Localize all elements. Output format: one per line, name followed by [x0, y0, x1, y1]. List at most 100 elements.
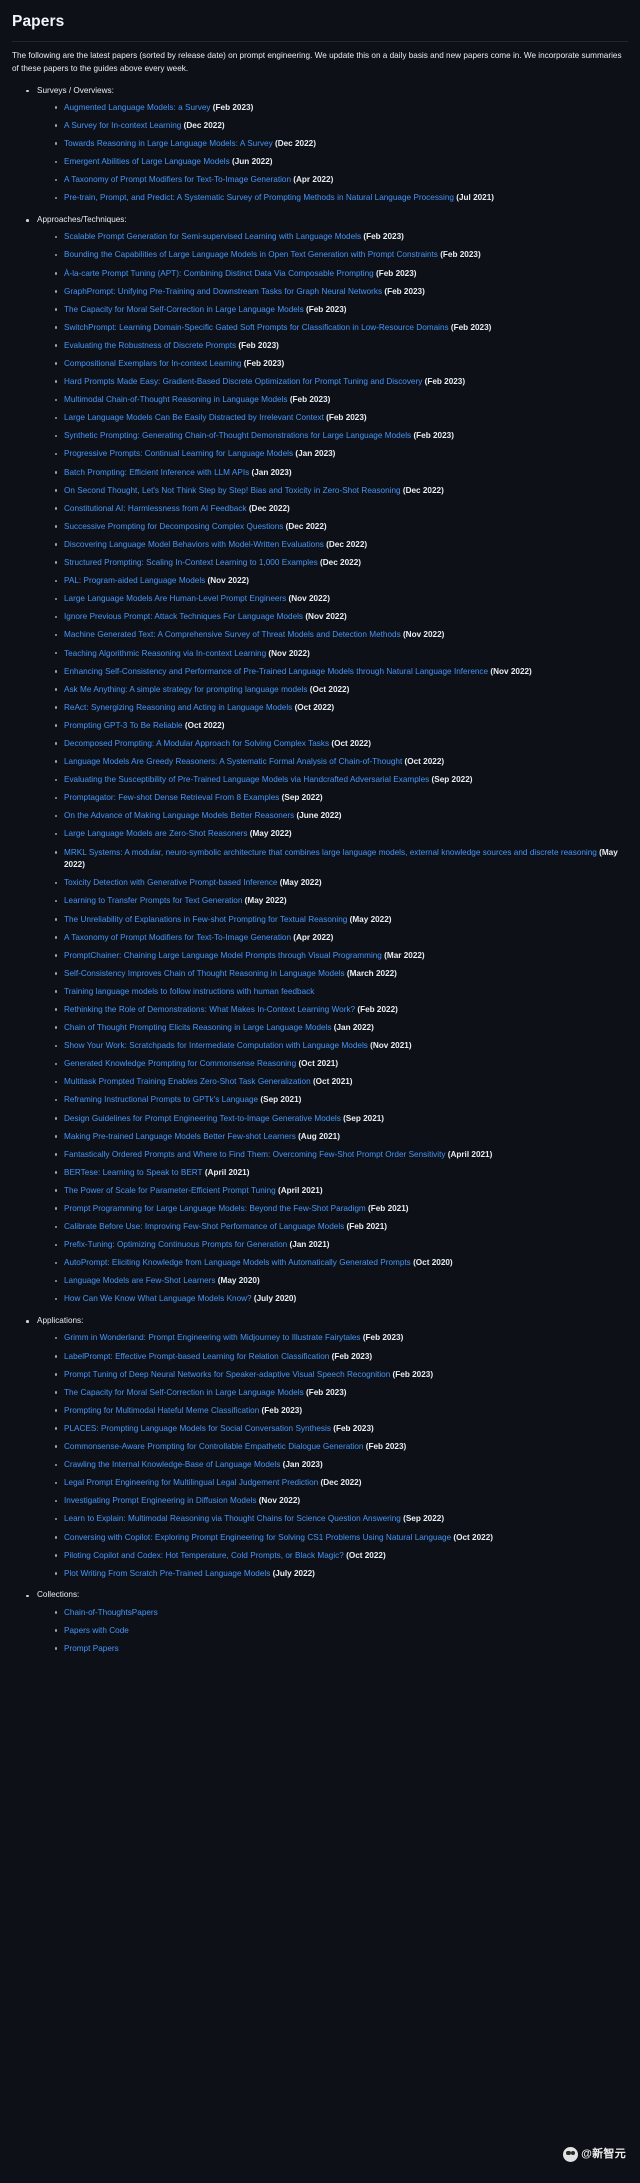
list-item: Successive Prompting for Decomposing Com… [54, 521, 628, 534]
paper-link[interactable]: Evaluating the Susceptibility of Pre-Tra… [64, 775, 429, 784]
list-item: Large Language Models Are Human-Level Pr… [54, 593, 628, 606]
paper-link[interactable]: Large Language Models are Zero-Shot Reas… [64, 829, 247, 838]
paper-link[interactable]: Design Guidelines for Prompt Engineering… [64, 1114, 341, 1123]
paper-link[interactable]: Toxicity Detection with Generative Promp… [64, 878, 277, 887]
list-item: À-la-carte Prompt Tuning (APT): Combinin… [54, 268, 628, 281]
paper-link[interactable]: Towards Reasoning in Large Language Mode… [64, 139, 273, 148]
paper-link[interactable]: On Second Thought, Let's Not Think Step … [64, 486, 401, 495]
paper-link[interactable]: Piloting Copilot and Codex: Hot Temperat… [64, 1551, 344, 1560]
paper-link[interactable]: AutoPrompt: Eliciting Knowledge from Lan… [64, 1258, 411, 1267]
paper-link[interactable]: Language Models are Few-Shot Learners [64, 1276, 216, 1285]
paper-section: Surveys / Overviews: Augmented Language M… [26, 85, 628, 205]
paper-link[interactable]: Constitutional AI: Harmlessness from AI … [64, 504, 247, 513]
paper-link[interactable]: Successive Prompting for Decomposing Com… [64, 522, 283, 531]
paper-link[interactable]: Hard Prompts Made Easy: Gradient-Based D… [64, 377, 422, 386]
paper-link[interactable]: Prompting for Multimodal Hateful Meme Cl… [64, 1406, 259, 1415]
paper-link[interactable]: À-la-carte Prompt Tuning (APT): Combinin… [64, 269, 374, 278]
paper-link[interactable]: Discovering Language Model Behaviors wit… [64, 540, 324, 549]
list-item: Evaluating the Robustness of Discrete Pr… [54, 340, 628, 353]
paper-link[interactable]: LabelPrompt: Effective Prompt-based Lear… [64, 1352, 329, 1361]
paper-link[interactable]: Calibrate Before Use: Improving Few-Shot… [64, 1222, 344, 1231]
paper-link[interactable]: Commonsense-Aware Prompting for Controll… [64, 1442, 363, 1451]
paper-link[interactable]: The Power of Scale for Parameter-Efficie… [64, 1186, 276, 1195]
paper-link[interactable]: Learning to Transfer Prompts for Text Ge… [64, 896, 242, 905]
paper-link[interactable]: Reframing Instructional Prompts to GPTk'… [64, 1095, 258, 1104]
paper-date: (Nov 2022) [288, 594, 330, 604]
list-item: Enhancing Self-Consistency and Performan… [54, 666, 628, 679]
paper-link[interactable]: Investigating Prompt Engineering in Diff… [64, 1496, 256, 1505]
paper-link[interactable]: PLACES: Prompting Language Models for So… [64, 1424, 331, 1433]
paper-link[interactable]: Pre-train, Prompt, and Predict: A System… [64, 193, 454, 202]
paper-link[interactable]: Grimm in Wonderland: Prompt Engineering … [64, 1333, 361, 1342]
paper-link[interactable]: Bounding the Capabilities of Large Langu… [64, 250, 438, 259]
paper-link[interactable]: Chain of Thought Prompting Elicits Reaso… [64, 1023, 331, 1032]
paper-date: (May 2022) [249, 829, 292, 839]
paper-link[interactable]: Ask Me Anything: A simple strategy for p… [64, 685, 307, 694]
paper-link[interactable]: MRKL Systems: A modular, neuro-symbolic … [64, 848, 597, 857]
paper-link[interactable]: Conversing with Copilot: Exploring Promp… [64, 1533, 451, 1542]
paper-link[interactable]: Prompt Papers [64, 1644, 119, 1653]
paper-date: (July 2020) [253, 1294, 297, 1304]
paper-link[interactable]: On the Advance of Making Language Models… [64, 811, 294, 820]
paper-link[interactable]: Large Language Models Can Be Easily Dist… [64, 413, 324, 422]
paper-link[interactable]: Rethinking the Role of Demonstrations: W… [64, 1005, 355, 1014]
paper-link[interactable]: A Taxonomy of Prompt Modifiers for Text-… [64, 175, 291, 184]
paper-link[interactable]: Augmented Language Models: a Survey [64, 103, 211, 112]
paper-link[interactable]: A Survey for In-context Learning [64, 121, 181, 130]
paper-link[interactable]: Progressive Prompts: Continual Learning … [64, 449, 293, 458]
paper-link[interactable]: SwitchPrompt: Learning Domain-Specific G… [64, 323, 449, 332]
paper-link[interactable]: Machine Generated Text: A Comprehensive … [64, 630, 401, 639]
paper-link[interactable]: Promptagator: Few-shot Dense Retrieval F… [64, 793, 279, 802]
paper-date: (July 2022) [272, 1568, 315, 1578]
paper-link[interactable]: Learn to Explain: Multimodal Reasoning v… [64, 1514, 401, 1523]
list-item: Evaluating the Susceptibility of Pre-Tra… [54, 774, 628, 787]
paper-link[interactable]: Scalable Prompt Generation for Semi-supe… [64, 232, 361, 241]
paper-link[interactable]: Chain-of-ThoughtsPapers [64, 1608, 158, 1617]
paper-link[interactable]: Papers with Code [64, 1626, 129, 1635]
paper-link[interactable]: Structured Prompting: Scaling In-Context… [64, 558, 318, 567]
paper-date: (Nov 2022) [207, 576, 249, 586]
list-item: Structured Prompting: Scaling In-Context… [54, 557, 628, 570]
paper-link[interactable]: Teaching Algorithmic Reasoning via In-co… [64, 649, 266, 658]
list-item: A Survey for In-context Learning (Dec 20… [54, 120, 628, 133]
paper-link[interactable]: Evaluating the Robustness of Discrete Pr… [64, 341, 236, 350]
paper-link[interactable]: Training language models to follow instr… [64, 987, 314, 996]
paper-link[interactable]: Legal Prompt Engineering for Multilingua… [64, 1478, 318, 1487]
watermark-handle: @新智元 [581, 2147, 626, 2160]
paper-link[interactable]: Prefix-Tuning: Optimizing Continuous Pro… [64, 1240, 287, 1249]
paper-link[interactable]: Crawling the Internal Knowledge-Base of … [64, 1460, 280, 1469]
list-item: Language Models Are Greedy Reasoners: A … [54, 756, 628, 769]
paper-link[interactable]: Prompting GPT-3 To Be Reliable [64, 721, 183, 730]
paper-link[interactable]: The Capacity for Moral Self-Correction i… [64, 1388, 304, 1397]
paper-link[interactable]: Prompt Tuning of Deep Neural Networks fo… [64, 1370, 390, 1379]
paper-link[interactable]: BERTese: Learning to Speak to BERT [64, 1168, 203, 1177]
paper-link[interactable]: Synthetic Prompting: Generating Chain-of… [64, 431, 411, 440]
paper-link[interactable]: Making Pre-trained Language Models Bette… [64, 1132, 296, 1141]
paper-link[interactable]: PromptChainer: Chaining Large Language M… [64, 951, 382, 960]
list-item: Chain-of-ThoughtsPapers [54, 1607, 628, 1620]
paper-link[interactable]: Multitask Prompted Training Enables Zero… [64, 1077, 311, 1086]
paper-link[interactable]: Compositional Exemplars for In-context L… [64, 359, 241, 368]
paper-link[interactable]: Self-Consistency Improves Chain of Thoug… [64, 969, 345, 978]
paper-link[interactable]: Generated Knowledge Prompting for Common… [64, 1059, 296, 1068]
paper-link[interactable]: ReAct: Synergizing Reasoning and Acting … [64, 703, 292, 712]
paper-link[interactable]: Multimodal Chain-of-Thought Reasoning in… [64, 395, 288, 404]
paper-link[interactable]: Enhancing Self-Consistency and Performan… [64, 667, 488, 676]
paper-link[interactable]: Language Models Are Greedy Reasoners: A … [64, 757, 402, 766]
paper-link[interactable]: Decomposed Prompting: A Modular Approach… [64, 739, 329, 748]
paper-link[interactable]: Plot Writing From Scratch Pre-Trained La… [64, 1569, 270, 1578]
paper-link[interactable]: The Unreliability of Explanations in Few… [64, 915, 347, 924]
paper-link[interactable]: The Capacity for Moral Self-Correction i… [64, 305, 304, 314]
paper-link[interactable]: Ignore Previous Prompt: Attack Technique… [64, 612, 303, 621]
paper-link[interactable]: Large Language Models Are Human-Level Pr… [64, 594, 286, 603]
paper-link[interactable]: PAL: Program-aided Language Models [64, 576, 205, 585]
paper-link[interactable]: How Can We Know What Language Models Kno… [64, 1294, 252, 1303]
paper-link[interactable]: Fantastically Ordered Prompts and Where … [64, 1150, 445, 1159]
paper-link[interactable]: Show Your Work: Scratchpads for Intermed… [64, 1041, 368, 1050]
paper-link[interactable]: Prompt Programming for Large Language Mo… [64, 1204, 366, 1213]
paper-link[interactable]: GraphPrompt: Unifying Pre-Training and D… [64, 287, 382, 296]
paper-link[interactable]: A Taxonomy of Prompt Modifiers for Text-… [64, 933, 291, 942]
paper-link[interactable]: Emergent Abilities of Large Language Mod… [64, 157, 230, 166]
paper-link[interactable]: Batch Prompting: Efficient Inference wit… [64, 468, 249, 477]
list-item: Learning to Transfer Prompts for Text Ge… [54, 895, 628, 908]
